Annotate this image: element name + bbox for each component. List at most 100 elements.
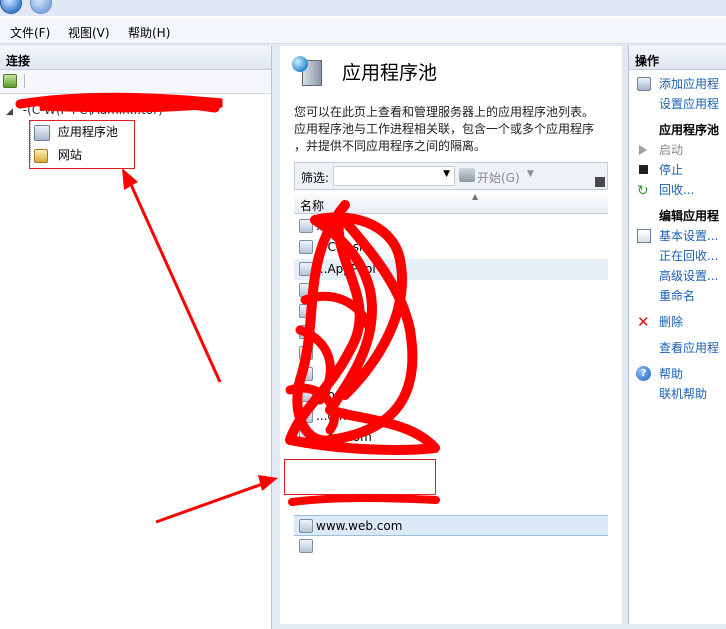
action-label: 高级设置...: [659, 269, 719, 283]
app-pool-icon: [299, 539, 313, 553]
description-line: 应用程序池与工作进程相关联，包含一个或多个应用程序: [294, 122, 595, 136]
list-item[interactable]: [294, 301, 608, 322]
action-label: 添加应用程: [659, 77, 720, 91]
menu-bar: 文件(F) 视图(V) 帮助(H): [0, 18, 726, 44]
row-label: ...ET...: [316, 219, 353, 233]
app-pool-list: ...ET... ...Classic ...AppPool ...om ...…: [294, 216, 608, 556]
list-item[interactable]: [294, 322, 608, 343]
app-pool-icon: [299, 283, 313, 297]
list-item[interactable]: [294, 343, 608, 364]
action-label: 设置应用程: [659, 97, 720, 111]
server-label: -(C-W(P-PC\Admin...tor): [22, 103, 163, 117]
app-pool-icon: [299, 304, 313, 318]
action-recycle[interactable]: ↻ 回收...: [629, 180, 726, 200]
connections-tree: ◢ -(C-W(P-PC\Admin...tor) 应用程序池 网站: [0, 94, 271, 594]
action-label: 查看应用程: [659, 341, 720, 355]
row-label: ...ou.com: [316, 430, 372, 444]
app-pool-icon: [299, 262, 313, 276]
list-item[interactable]: ...AppPool: [294, 259, 608, 280]
description-line: 您可以在此页上查看和管理服务器上的应用程序池列表。: [294, 105, 595, 119]
connections-panel: 连接 ◢ -(C-W(P-PC\Admin...tor) 应用程序池 网站: [0, 46, 272, 629]
action-help[interactable]: ? 帮助: [629, 364, 726, 384]
list-item[interactable]: [294, 280, 608, 301]
app-pool-icon: [299, 409, 313, 423]
list-header: 名称 ▲: [294, 192, 608, 214]
action-stop[interactable]: 停止: [629, 160, 726, 180]
collapse-arrow-icon[interactable]: ◢: [6, 107, 13, 117]
toolbar-divider: [24, 74, 25, 88]
action-online-help[interactable]: 联机帮助: [629, 384, 726, 404]
list-item-selected[interactable]: www.web.com: [294, 515, 608, 536]
filter-label: 筛选:: [301, 171, 330, 185]
properties-icon: [637, 229, 651, 243]
connections-title: 连接: [0, 46, 271, 70]
action-label: 联机帮助: [659, 387, 708, 401]
menu-view[interactable]: 视图(V): [68, 24, 110, 41]
action-set-default[interactable]: 设置应用程: [629, 94, 726, 114]
app-pool-icon: [299, 519, 313, 533]
help-icon: ?: [636, 366, 651, 381]
recycle-icon: ↻: [637, 183, 649, 199]
action-add-pool[interactable]: 添加应用程: [629, 74, 726, 94]
binoculars-icon: [459, 168, 475, 182]
annotation-box-tree: [29, 120, 135, 169]
menu-file[interactable]: 文件(F): [10, 24, 50, 41]
section-app-pool: 应用程序池: [659, 123, 720, 137]
annotation-box-row: [284, 459, 436, 495]
filter-bar: 筛选: ▼ 开始(G) ▼: [294, 162, 608, 190]
row-label: www.web.com: [316, 519, 403, 533]
sort-arrow-icon: ▲: [472, 192, 479, 201]
app-pool-header-icon: [292, 56, 324, 88]
start-dropdown-icon[interactable]: ▼: [527, 169, 534, 179]
action-label: 启动: [659, 143, 684, 157]
app-pool-icon: [299, 240, 313, 254]
app-pool-icon: [299, 325, 313, 339]
actions-title: 操作: [629, 46, 726, 70]
column-name-header[interactable]: 名称: [300, 197, 324, 214]
list-item[interactable]: ...Classic: [294, 237, 608, 258]
window-top-strip: [0, 0, 726, 16]
filter-input[interactable]: ▼: [333, 166, 455, 186]
menu-help[interactable]: 帮助(H): [128, 24, 170, 41]
tree-server-node[interactable]: ◢ -(C-W(P-PC\Admin...tor): [6, 100, 163, 120]
back-button[interactable]: [0, 0, 22, 14]
description-line: ，并提供不同应用程序之间的隔离。: [294, 139, 487, 153]
row-label: ...om: [316, 409, 347, 423]
action-basic-settings[interactable]: 基本设置...: [629, 226, 726, 246]
dropdown-arrow-icon[interactable]: ▼: [443, 169, 450, 179]
list-item[interactable]: ...om: [294, 385, 608, 406]
actions-panel: 操作 添加应用程 设置应用程 应用程序池 启动 停止 ↻ 回收... 编辑应用程 …: [628, 46, 726, 624]
scroll-arrow-icon[interactable]: [595, 177, 605, 187]
connections-toolbar: [0, 70, 271, 94]
action-label: 基本设置...: [659, 229, 719, 243]
section-edit-pool: 编辑应用程: [659, 209, 720, 223]
action-rename[interactable]: 重命名: [629, 286, 726, 306]
action-label: 删除: [659, 315, 684, 329]
action-view-apps[interactable]: 查看应用程: [629, 338, 726, 358]
list-item[interactable]: [294, 536, 608, 557]
action-label: 帮助: [659, 367, 684, 381]
list-item[interactable]: [294, 364, 608, 385]
app-pool-icon: [299, 346, 313, 360]
list-item[interactable]: ...ET...: [294, 216, 608, 237]
action-delete[interactable]: ✕ 删除: [629, 312, 726, 332]
action-recycling[interactable]: 正在回收...: [629, 246, 726, 266]
actions-list: 添加应用程 设置应用程 应用程序池 启动 停止 ↻ 回收... 编辑应用程 基本设…: [629, 74, 726, 404]
page-description: 您可以在此页上查看和管理服务器上的应用程序池列表。 应用程序池与工作进程相关联，…: [294, 104, 614, 155]
app-pool-icon: [299, 388, 313, 402]
app-pool-icon: [299, 367, 313, 381]
action-label: 回收...: [659, 183, 695, 197]
main-panel: 应用程序池 您可以在此页上查看和管理服务器上的应用程序池列表。 应用程序池与工作…: [280, 46, 622, 624]
start-filter-button[interactable]: 开始(G): [477, 169, 520, 186]
action-advanced[interactable]: 高级设置...: [629, 266, 726, 286]
action-start[interactable]: 启动: [629, 140, 726, 160]
action-label: 停止: [659, 163, 684, 177]
list-item[interactable]: ...om: [294, 406, 608, 427]
forward-button[interactable]: [30, 0, 52, 14]
play-icon: [639, 145, 647, 155]
connect-icon[interactable]: [3, 74, 17, 88]
stop-icon: [639, 165, 648, 174]
list-item[interactable]: ...ou.com: [294, 427, 608, 448]
app-pool-icon: [299, 219, 313, 233]
add-pool-icon: [637, 77, 651, 91]
